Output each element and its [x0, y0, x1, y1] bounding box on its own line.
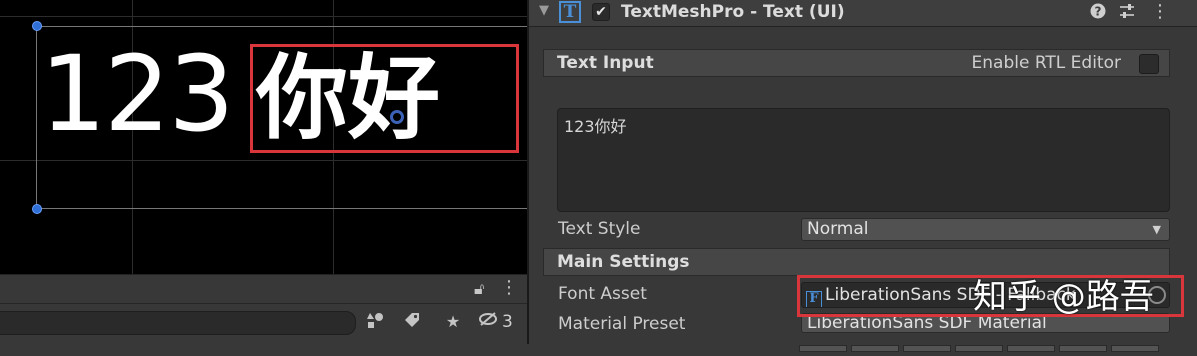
tag-icon[interactable] [399, 311, 425, 333]
text-style-label: Text Style [558, 219, 641, 239]
kebab-menu-icon[interactable]: ⋮ [500, 277, 518, 298]
rendered-number-text: 123 [40, 33, 235, 155]
component-title: TextMeshPro - Text (UI) [621, 2, 845, 22]
font-asset-label: Font Asset [558, 284, 647, 304]
rtl-editor-checkbox[interactable] [1139, 54, 1159, 74]
rect-handle-top-left[interactable] [32, 21, 42, 31]
divider [0, 303, 527, 304]
annotation-highlight-box [250, 44, 519, 153]
text-input-field[interactable]: 123你好 [557, 108, 1170, 212]
font-style-button[interactable] [851, 345, 899, 352]
text-style-value: Normal [807, 219, 869, 239]
component-enabled-checkbox[interactable]: ✔ [592, 3, 610, 21]
fold-arrow-icon[interactable]: ▼ [539, 3, 549, 18]
grid-line [0, 160, 527, 161]
inspector-panel: ▼ T ✔ TextMeshPro - Text (UI) ? ⋮ Text I… [529, 0, 1197, 352]
star-icon[interactable]: ★ [440, 311, 466, 333]
search-input[interactable] [0, 311, 356, 335]
chevron-down-icon: ▼ [1152, 223, 1161, 236]
section-title: Main Settings [557, 252, 690, 272]
material-preset-label: Material Preset [558, 314, 686, 334]
scene-visibility-icon[interactable] [362, 311, 388, 333]
more-icon[interactable]: ⋮ [1151, 1, 1169, 22]
section-title: Text Input [557, 53, 654, 73]
rtl-editor-label: Enable RTL Editor [971, 53, 1121, 73]
text-input-section-header[interactable]: Text Input Enable RTL Editor [543, 49, 1170, 77]
font-style-button[interactable] [955, 345, 1003, 352]
hidden-count: 3 [502, 312, 513, 332]
help-icon[interactable]: ? [1090, 3, 1106, 23]
presets-icon[interactable] [1119, 3, 1135, 23]
watermark: 知乎 @路吾 [973, 277, 1154, 317]
font-style-button[interactable] [1059, 345, 1107, 352]
component-header[interactable]: ▼ T ✔ TextMeshPro - Text (UI) ? ⋮ [529, 0, 1197, 27]
font-style-button[interactable] [1111, 345, 1159, 352]
font-style-button[interactable] [1007, 345, 1055, 352]
grid-line [0, 16, 527, 17]
textmeshpro-icon: T [559, 1, 581, 23]
lock-icon[interactable]: 🔓︎ [474, 279, 484, 299]
scene-bottom-toolbar: 🔓︎ ⋮ ★ 3 [0, 274, 527, 345]
scene-view[interactable]: 123 你好 [0, 0, 527, 274]
rect-transform-edge [36, 26, 37, 209]
svg-text:?: ? [1095, 5, 1102, 19]
rect-transform-edge [36, 208, 527, 209]
font-style-button[interactable] [799, 345, 847, 352]
hidden-eye-icon[interactable] [478, 311, 498, 333]
font-style-button[interactable] [903, 345, 951, 352]
font-style-buttons [799, 337, 1163, 352]
rect-transform-edge [36, 26, 527, 27]
text-style-dropdown[interactable]: Normal ▼ [801, 218, 1170, 241]
rect-handle-bottom-left[interactable] [32, 204, 42, 214]
